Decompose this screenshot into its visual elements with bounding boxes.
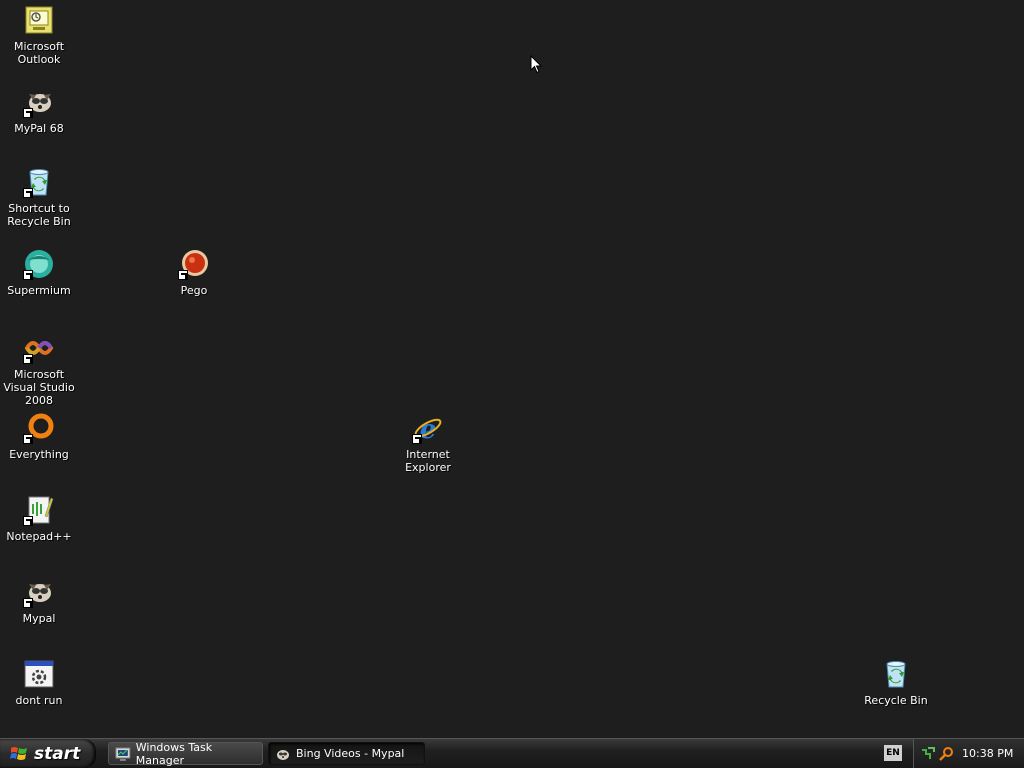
shortcut-arrow-icon	[23, 354, 33, 364]
mypal-icon	[277, 749, 289, 760]
supermium-icon	[23, 248, 55, 280]
desktop-icon-label: MyPal 68	[14, 122, 64, 135]
desktop-icon-label: Shortcut to Recycle Bin	[7, 202, 71, 228]
desktop-icon-label: Everything	[9, 448, 69, 461]
taskbar-button-task-manager[interactable]: Windows Task Manager	[108, 740, 263, 767]
mypal-icon	[23, 86, 55, 118]
visual-studio-icon	[23, 332, 55, 364]
desktop-icon-internet-explorer[interactable]: e Internet Explorer	[389, 412, 467, 474]
task-manager-icon	[115, 747, 131, 761]
taskbar: start Windows Task Manager Bing Videos -…	[0, 738, 1024, 768]
desktop-icon-label: Microsoft Visual Studio 2008	[3, 368, 75, 407]
taskbar-button-bing-videos-mypal[interactable]: Bing Videos - Mypal	[268, 742, 425, 765]
desktop-icon-label: Internet Explorer	[405, 448, 451, 474]
search-icon[interactable]	[938, 746, 954, 762]
desktop-icon-label: Mypal	[22, 612, 56, 625]
shortcut-arrow-icon	[412, 434, 422, 444]
desktop-icon-microsoft-outlook[interactable]: Microsoft Outlook	[0, 4, 78, 66]
shortcut-arrow-icon	[23, 108, 33, 118]
taskbar-button-label: Windows Task Manager	[135, 740, 213, 767]
taskbar-button-label: Bing Videos - Mypal	[296, 747, 405, 760]
program-icon	[23, 658, 55, 690]
shortcut-arrow-icon	[23, 188, 33, 198]
recycle-bin-icon	[23, 166, 55, 198]
desktop-icon-visual-studio-2008[interactable]: Microsoft Visual Studio 2008	[0, 332, 78, 407]
start-label: start	[34, 743, 81, 764]
desktop-icon-label: Pego	[180, 284, 208, 297]
shortcut-arrow-icon	[23, 434, 33, 444]
desktop-icon-label: dont run	[15, 694, 63, 707]
desktop-icon-shortcut-recycle-bin[interactable]: Shortcut to Recycle Bin	[0, 166, 78, 228]
shortcut-arrow-icon	[23, 598, 33, 608]
desktop-icon-label: Recycle Bin	[864, 694, 928, 707]
start-button[interactable]: start	[0, 739, 96, 768]
language-indicator[interactable]: EN	[884, 745, 902, 761]
internet-explorer-icon: e	[412, 412, 444, 444]
desktop-icon-recycle-bin[interactable]: Recycle Bin	[857, 658, 935, 707]
outlook-icon	[23, 4, 55, 36]
shortcut-arrow-icon	[23, 516, 33, 526]
desktop-icon-notepadpp[interactable]: Notepad++	[0, 494, 78, 543]
mouse-pointer-icon	[530, 55, 542, 74]
desktop-icon-dont-run[interactable]: dont run	[0, 658, 78, 707]
shortcut-arrow-icon	[178, 270, 188, 280]
notepadpp-icon	[23, 494, 55, 526]
desktop: Microsoft Outlook MyPal 68 Shortcut to R…	[0, 0, 1024, 738]
clock[interactable]: 10:38 PM	[962, 747, 1013, 760]
pego-icon	[178, 248, 210, 280]
mypal-icon	[23, 576, 55, 608]
recycle-bin-icon	[880, 658, 912, 690]
desktop-icon-mypal-68[interactable]: MyPal 68	[0, 86, 78, 135]
desktop-icon-pego[interactable]: Pego	[155, 248, 233, 297]
desktop-icon-everything[interactable]: Everything	[0, 412, 78, 461]
system-tray: 10:38 PM	[913, 739, 1024, 768]
windows-logo-icon	[10, 746, 27, 760]
desktop-icon-label: Notepad++	[6, 530, 72, 543]
desktop-icon-supermium[interactable]: Supermium	[0, 248, 78, 297]
everything-icon	[23, 412, 55, 444]
shortcut-arrow-icon	[23, 270, 33, 280]
desktop-icon-label: Microsoft Outlook	[13, 40, 65, 66]
network-icon[interactable]	[920, 746, 936, 762]
desktop-icon-mypal[interactable]: Mypal	[0, 576, 78, 625]
desktop-icon-label: Supermium	[7, 284, 71, 297]
